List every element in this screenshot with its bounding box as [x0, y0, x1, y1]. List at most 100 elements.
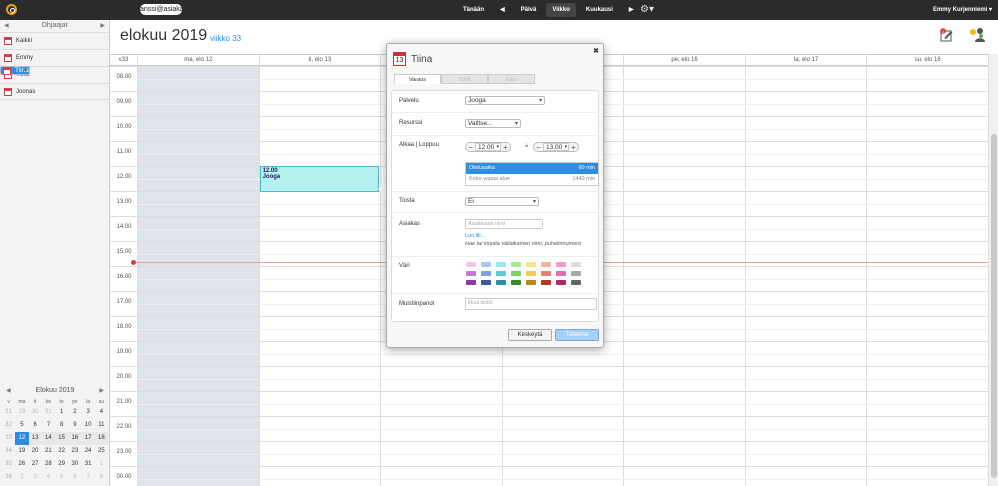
chevron-right-icon[interactable]: ▶ — [99, 384, 104, 398]
minus-icon[interactable]: − — [466, 143, 475, 152]
day-header[interactable]: su, elo 18 — [866, 55, 988, 66]
mini-calendar-day[interactable]: 3 — [82, 406, 95, 419]
color-swatch[interactable] — [526, 271, 536, 276]
mini-calendar-day[interactable]: 7 — [42, 419, 55, 432]
mini-calendar-day[interactable]: 13 — [28, 432, 42, 445]
mini-calendar-day[interactable]: 8 — [55, 419, 68, 432]
mini-calendar-day[interactable]: 2 — [15, 471, 28, 484]
month-view-button[interactable]: Kuukausi — [580, 3, 619, 17]
tab-esto[interactable]: Esto — [488, 74, 535, 84]
mini-calendar-day[interactable]: 25 — [95, 445, 108, 458]
end-time-stepper[interactable]: − 13.00 + — [533, 142, 579, 152]
organization-button[interactable]: anssi@asiakas — [140, 4, 187, 15]
color-swatch[interactable] — [571, 271, 581, 276]
color-swatch[interactable] — [466, 280, 476, 285]
mini-calendar-day[interactable]: 19 — [15, 445, 28, 458]
color-swatch[interactable] — [541, 271, 551, 276]
mini-calendar-day[interactable]: 9 — [68, 419, 81, 432]
create-customer-link[interactable]: Luo lili... — [465, 233, 485, 239]
mini-calendar-day[interactable]: 4 — [95, 406, 108, 419]
color-swatch[interactable] — [496, 271, 506, 276]
mini-calendar-day[interactable]: 6 — [68, 471, 81, 484]
day-header[interactable]: la, elo 17 — [744, 55, 867, 66]
mini-calendar-day[interactable]: 31 — [82, 458, 95, 471]
sidebar-item-kaikki[interactable]: Kaikki — [0, 32, 109, 49]
sidebar-item-joonas[interactable]: Joonas — [0, 83, 109, 100]
calendar-event[interactable]: 12.00 Jooga — [259, 166, 380, 192]
mini-calendar-day[interactable]: 2 — [68, 406, 81, 419]
day-header[interactable]: ma, elo 12 — [137, 55, 259, 66]
calendar-scrollbar[interactable] — [988, 54, 998, 486]
chevron-left-icon[interactable]: ◀ — [6, 384, 11, 398]
color-swatch[interactable] — [466, 271, 476, 276]
mini-calendar-day[interactable]: 16 — [68, 432, 82, 445]
color-swatch[interactable] — [556, 271, 566, 276]
mini-calendar-day[interactable]: 31 — [42, 406, 55, 419]
edit-notes-icon[interactable]: 1 — [940, 28, 954, 42]
mini-calendar-day[interactable]: 20 — [29, 445, 42, 458]
end-time-select[interactable]: 13.00 — [543, 143, 569, 151]
app-logo[interactable] — [6, 4, 17, 15]
color-swatch[interactable] — [511, 280, 521, 285]
duration-option-default[interactable]: Oletusaika 60 min — [466, 163, 598, 174]
customer-input[interactable]: Asiakkaan nimi — [465, 219, 543, 229]
mini-calendar-day[interactable]: 3 — [29, 471, 42, 484]
plus-icon[interactable]: + — [501, 143, 510, 152]
mini-calendar-day[interactable]: 5 — [55, 471, 68, 484]
save-button[interactable]: Tallenna — [555, 329, 599, 341]
chevron-left-icon[interactable]: ◀ — [4, 20, 9, 32]
color-swatch[interactable] — [511, 271, 521, 276]
mini-calendar-day[interactable]: 30 — [68, 458, 81, 471]
color-swatch[interactable] — [481, 262, 491, 267]
color-swatch[interactable] — [496, 262, 506, 267]
cancel-button[interactable]: Keskeytä — [508, 329, 552, 341]
minus-icon[interactable]: − — [534, 143, 543, 152]
mini-calendar-day[interactable]: 27 — [29, 458, 42, 471]
chevron-right-icon[interactable]: ▶ — [100, 20, 105, 32]
start-time-stepper[interactable]: − 12.00 + — [465, 142, 511, 152]
users-icon[interactable] — [968, 27, 986, 43]
sidebar-item-tiina-selected[interactable]: Tiina — [0, 66, 30, 75]
mini-calendar-day[interactable]: 30 — [29, 406, 42, 419]
color-swatch[interactable] — [481, 271, 491, 276]
color-swatch[interactable] — [541, 280, 551, 285]
color-swatch[interactable] — [571, 280, 581, 285]
color-swatch[interactable] — [526, 262, 536, 267]
sidebar-item-emmy[interactable]: Emmy — [0, 49, 109, 66]
notes-textarea[interactable]: Muut tiedot — [465, 298, 597, 310]
mini-calendar-day[interactable]: 11 — [95, 419, 108, 432]
mini-calendar-day[interactable]: 15 — [55, 432, 69, 445]
start-time-select[interactable]: 12.00 — [475, 143, 501, 151]
mini-calendar-day[interactable]: 21 — [42, 445, 55, 458]
day-header[interactable]: pe, elo 16 — [623, 55, 745, 66]
scrollbar-thumb[interactable] — [991, 134, 997, 478]
mini-calendar-day[interactable]: 28 — [42, 458, 55, 471]
mini-calendar-day[interactable]: 4 — [42, 471, 55, 484]
week-view-button[interactable]: Viikko — [546, 3, 576, 17]
service-select[interactable]: Jooga — [465, 96, 545, 105]
mini-calendar-day[interactable]: 23 — [68, 445, 81, 458]
duration-option-full[interactable]: Koko vapaa alue 1440 min — [466, 174, 598, 185]
color-swatch[interactable] — [556, 280, 566, 285]
mini-calendar-day[interactable]: 24 — [82, 445, 95, 458]
color-swatch[interactable] — [526, 280, 536, 285]
color-swatch[interactable] — [466, 262, 476, 267]
tab-tunti[interactable]: Tunti — [441, 74, 488, 84]
close-icon[interactable]: ✖ — [593, 47, 599, 55]
color-swatch[interactable] — [481, 280, 491, 285]
day-header[interactable]: ti, elo 13 — [258, 55, 381, 66]
mini-calendar-day[interactable]: 10 — [82, 419, 95, 432]
week-link[interactable]: viikko 33 — [210, 34, 241, 43]
mini-calendar-day[interactable]: 26 — [15, 458, 28, 471]
mini-calendar-day[interactable]: 18 — [94, 432, 108, 445]
mini-calendar-day[interactable]: 1 — [55, 406, 68, 419]
color-swatch[interactable] — [511, 262, 521, 267]
tab-varaus[interactable]: Varaus — [394, 74, 441, 84]
mini-calendar-day[interactable]: 29 — [55, 458, 68, 471]
day-view-button[interactable]: Päivä — [515, 3, 543, 17]
color-swatch[interactable] — [541, 262, 551, 267]
repeat-select[interactable]: Ei — [465, 197, 539, 206]
prev-button[interactable]: ◀ — [494, 3, 511, 17]
today-button[interactable]: Tänään — [457, 3, 490, 17]
user-menu[interactable]: Emmy Kurjenniemi ▾ — [933, 6, 992, 13]
